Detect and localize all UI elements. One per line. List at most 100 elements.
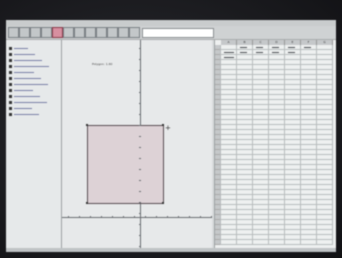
zoom-tool-icon[interactable] bbox=[107, 27, 118, 38]
object-bullet-icon bbox=[9, 70, 12, 74]
column-gridline bbox=[252, 45, 253, 245]
x-axis-tick bbox=[79, 216, 80, 218]
polygon-vertex[interactable] bbox=[162, 124, 164, 126]
column-header[interactable]: D bbox=[269, 40, 285, 45]
algebra-item[interactable] bbox=[9, 100, 47, 104]
algebra-item[interactable] bbox=[9, 88, 33, 92]
object-bullet-icon bbox=[9, 58, 12, 62]
line-tool-icon[interactable] bbox=[30, 27, 41, 38]
y-axis-tick bbox=[139, 224, 141, 225]
toolbar bbox=[6, 26, 336, 40]
x-axis-tick bbox=[167, 216, 168, 218]
column-gridline bbox=[284, 45, 285, 245]
algebra-item[interactable] bbox=[9, 76, 41, 80]
point-tool-icon[interactable] bbox=[19, 27, 30, 38]
circle-tool-icon[interactable] bbox=[63, 27, 74, 38]
algebra-item-text bbox=[14, 59, 42, 61]
y-axis-tick bbox=[139, 136, 141, 137]
y-axis-tick bbox=[139, 48, 141, 49]
algebra-item-text bbox=[14, 107, 32, 109]
column-gridline bbox=[268, 45, 269, 245]
cell-content[interactable] bbox=[240, 52, 247, 53]
column-gridline bbox=[332, 45, 333, 245]
algebra-item[interactable] bbox=[9, 94, 40, 98]
cell-content[interactable] bbox=[272, 47, 279, 48]
graphics-view[interactable]: Polygon: 1.60 + bbox=[62, 40, 212, 252]
slider-tool-icon[interactable] bbox=[96, 27, 107, 38]
column-header[interactable]: E bbox=[285, 40, 301, 45]
x-axis-tick bbox=[211, 216, 212, 218]
angle-tool-icon[interactable] bbox=[74, 27, 85, 38]
object-bullet-icon bbox=[9, 46, 12, 50]
cell-content[interactable] bbox=[288, 47, 295, 48]
object-bullet-icon bbox=[9, 82, 12, 86]
y-axis-tick bbox=[139, 70, 141, 71]
algebra-item[interactable] bbox=[9, 52, 35, 56]
move-tool-icon[interactable] bbox=[8, 27, 19, 38]
polygon-vertex[interactable] bbox=[86, 202, 88, 204]
column-gridline bbox=[300, 45, 301, 245]
cell-content[interactable] bbox=[240, 47, 247, 48]
y-axis-tick bbox=[139, 114, 141, 115]
column-header[interactable]: B bbox=[237, 40, 253, 45]
y-axis-tick bbox=[139, 147, 141, 148]
undo-tool-icon[interactable] bbox=[118, 27, 129, 38]
status-bar bbox=[6, 248, 336, 252]
algebra-item[interactable] bbox=[9, 82, 48, 86]
y-axis-tick bbox=[139, 103, 141, 104]
x-axis-tick bbox=[189, 216, 190, 218]
column-gridline bbox=[316, 45, 317, 245]
y-axis-tick bbox=[139, 81, 141, 82]
perpendicular-tool-icon[interactable] bbox=[41, 27, 52, 38]
object-bullet-icon bbox=[9, 64, 12, 68]
polygon[interactable] bbox=[87, 125, 164, 204]
cell-content[interactable] bbox=[256, 52, 263, 53]
column-header[interactable]: C bbox=[253, 40, 269, 45]
y-axis-tick bbox=[139, 213, 141, 214]
algebra-item-text bbox=[14, 113, 39, 115]
algebra-item[interactable] bbox=[9, 70, 34, 74]
x-axis-tick bbox=[178, 216, 179, 218]
y-axis-tick bbox=[139, 202, 141, 203]
object-bullet-icon bbox=[9, 88, 12, 92]
column-header[interactable]: A bbox=[221, 40, 237, 45]
cell-content[interactable] bbox=[224, 57, 234, 58]
reflect-tool-icon[interactable] bbox=[85, 27, 96, 38]
spreadsheet-view[interactable]: ABCDEFG bbox=[214, 40, 336, 252]
input-bar[interactable] bbox=[142, 28, 214, 38]
graphics-title: Polygon: 1.60 bbox=[92, 62, 113, 66]
redo-tool-icon[interactable] bbox=[129, 27, 140, 38]
cell-content[interactable] bbox=[272, 52, 279, 53]
y-axis-tick bbox=[139, 59, 141, 60]
cell-content[interactable] bbox=[304, 47, 311, 48]
cell-content[interactable] bbox=[288, 52, 295, 53]
y-axis-tick bbox=[139, 180, 141, 181]
object-bullet-icon bbox=[9, 112, 12, 116]
x-axis-tick bbox=[90, 216, 91, 218]
column-gridline bbox=[220, 45, 221, 245]
algebra-item[interactable] bbox=[9, 46, 28, 50]
column-header[interactable]: G bbox=[317, 40, 333, 45]
screen: Polygon: 1.60 + ABCDEFG bbox=[6, 20, 336, 252]
y-axis-tick bbox=[139, 235, 141, 236]
object-bullet-icon bbox=[9, 106, 12, 110]
algebra-item[interactable] bbox=[9, 112, 39, 116]
algebra-item-text bbox=[14, 95, 40, 97]
polygon-vertex[interactable] bbox=[86, 124, 88, 126]
polygon-tool-icon[interactable] bbox=[52, 27, 63, 38]
algebra-item[interactable] bbox=[9, 106, 32, 110]
algebra-item[interactable] bbox=[9, 64, 49, 68]
x-axis-tick bbox=[68, 216, 69, 218]
crosshair-cursor-icon: + bbox=[165, 124, 171, 132]
monitor-bezel: Polygon: 1.60 + ABCDEFG bbox=[0, 0, 342, 258]
column-header[interactable]: F bbox=[301, 40, 317, 45]
cell-content[interactable] bbox=[224, 52, 234, 53]
cell-content[interactable] bbox=[256, 47, 263, 48]
column-gridline bbox=[236, 45, 237, 245]
polygon-vertex[interactable] bbox=[162, 202, 164, 204]
x-axis-tick bbox=[123, 216, 124, 218]
algebra-item-text bbox=[14, 101, 47, 103]
x-axis-tick bbox=[156, 216, 157, 218]
x-axis-tick bbox=[200, 216, 201, 218]
algebra-item[interactable] bbox=[9, 58, 42, 62]
